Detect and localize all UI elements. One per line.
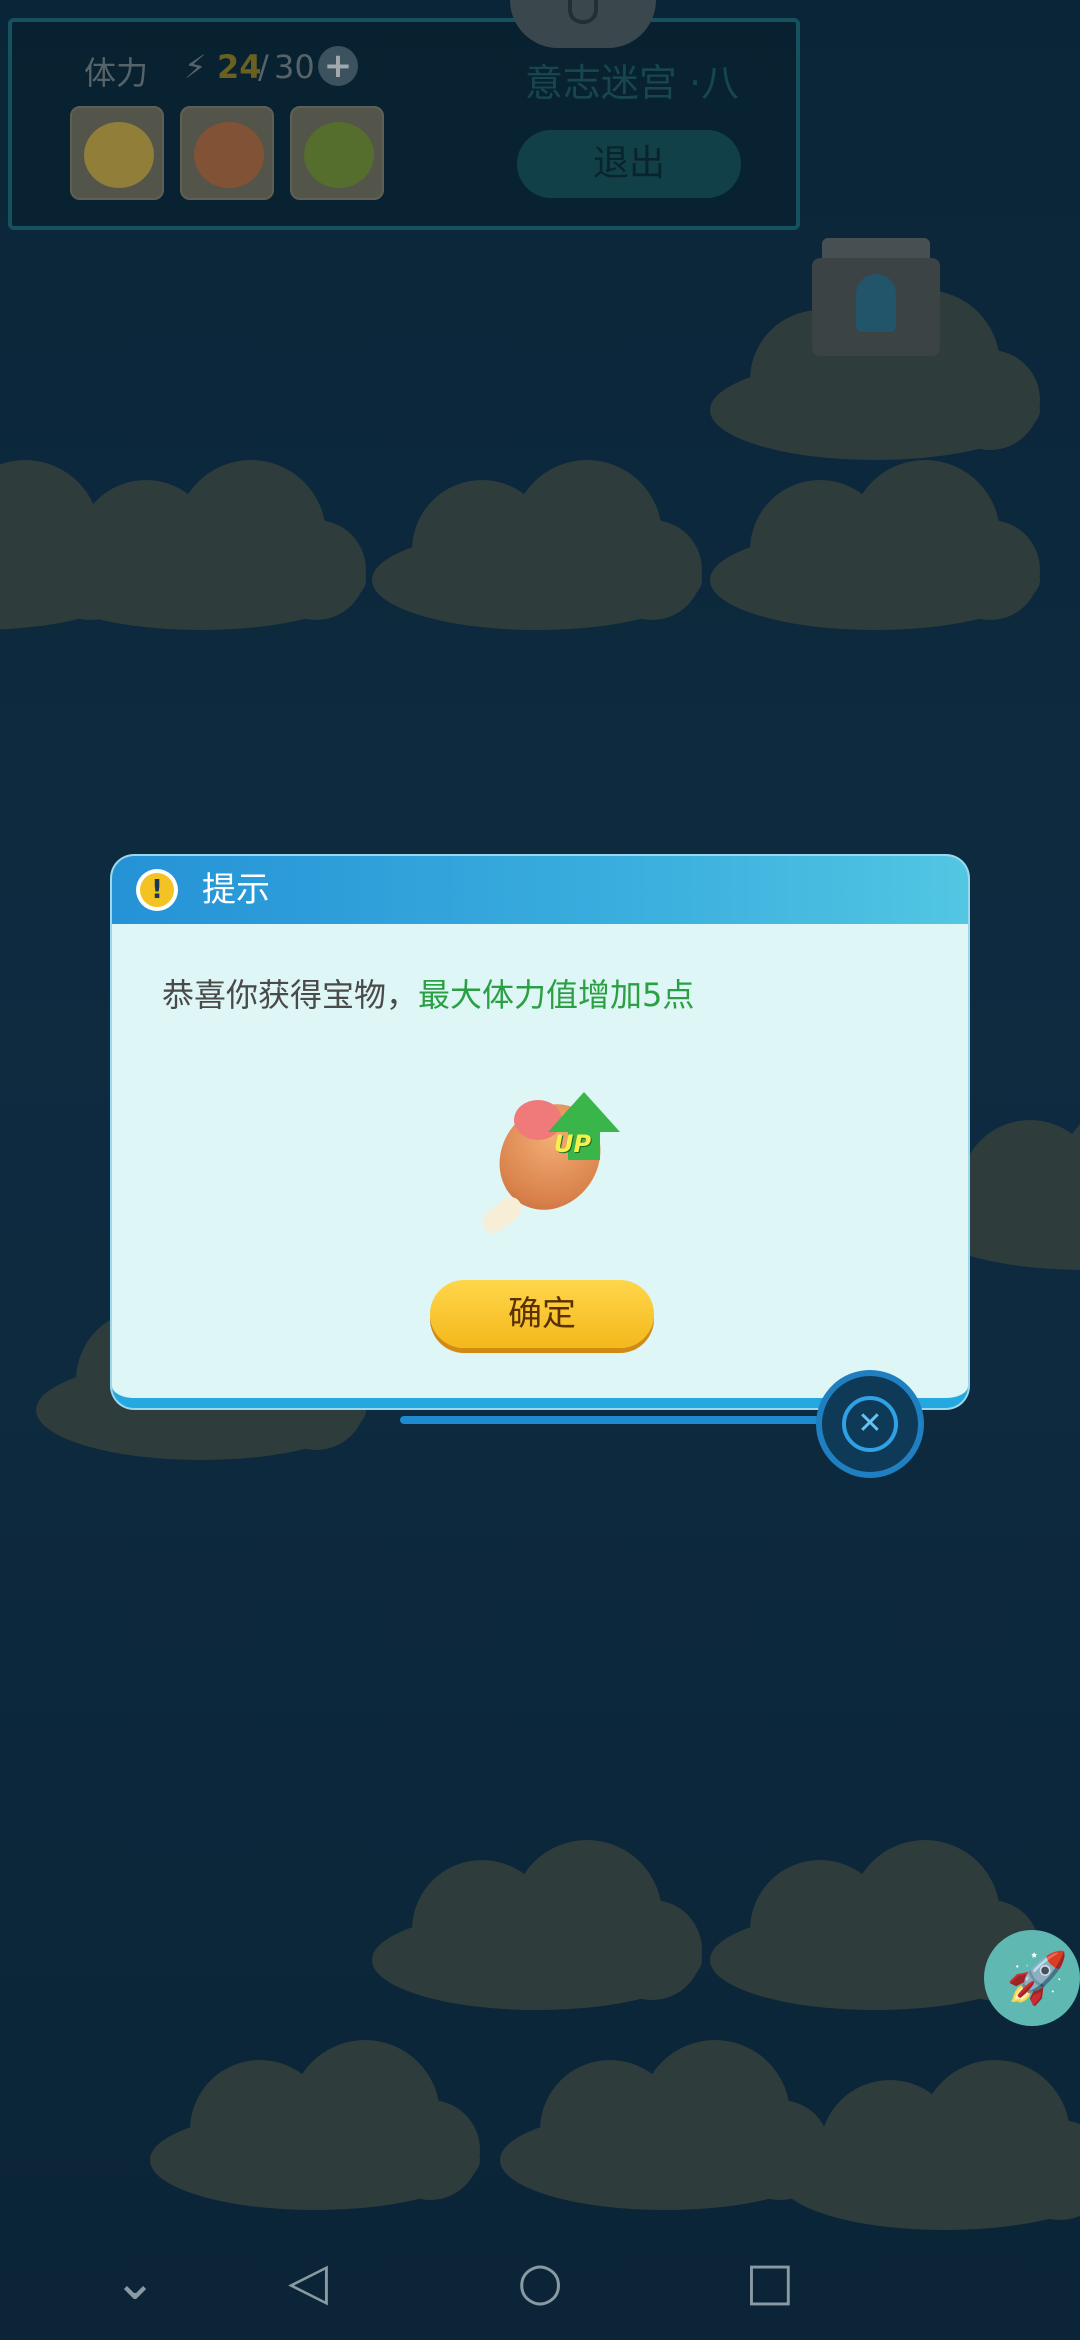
dialog-message: 恭喜你获得宝物，最大体力值增加5点 (162, 974, 694, 1016)
info-icon: ! (136, 869, 178, 911)
up-badge: UP (554, 1130, 592, 1158)
nav-home-button[interactable]: ○ (500, 2242, 580, 2322)
system-nav-bar: ⌄ ◁ ○ □ (0, 2222, 1080, 2340)
nav-recent-button[interactable]: □ (730, 2242, 810, 2322)
reward-dialog: ! 提示 恭喜你获得宝物，最大体力值增加5点 UP 确定 (112, 856, 968, 1408)
confirm-button[interactable]: 确定 (430, 1280, 654, 1348)
nav-back-button[interactable]: ◁ (268, 2242, 348, 2322)
rocket-icon: 🚀 (1006, 1949, 1069, 2007)
close-button[interactable]: ✕ (816, 1370, 924, 1478)
message-highlight: 最大体力值增加5点 (418, 976, 695, 1014)
dialog-accent-line (400, 1416, 820, 1424)
nav-collapse-button[interactable]: ⌄ (95, 2242, 175, 2322)
drumstick-up-icon: UP (474, 1084, 624, 1242)
dialog-title: 提示 (202, 870, 270, 910)
message-prefix: 恭喜你获得宝物， (162, 976, 419, 1014)
up-arrow-icon: UP (548, 1092, 620, 1164)
rocket-button[interactable]: 🚀 (984, 1930, 1080, 2026)
close-icon: ✕ (842, 1396, 898, 1452)
dialog-header: ! 提示 (112, 856, 968, 924)
game-screen: 体力 ⚡ 24 / 30 + 意志迷宫 ·八 退出 ! 提示 恭喜你获得宝物，最… (0, 0, 1080, 2340)
